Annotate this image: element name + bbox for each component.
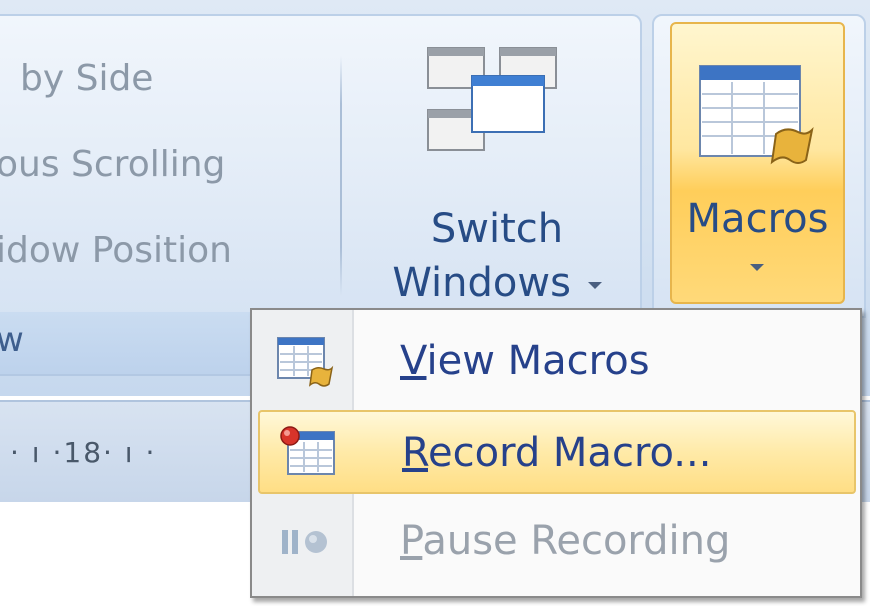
macros-button[interactable]: Macros	[670, 22, 845, 304]
menu-item-record-macro[interactable]: Record Macro...	[258, 410, 856, 494]
switch-windows-label: Switch	[430, 206, 564, 252]
menu-item-label: Pause Recording	[400, 518, 731, 564]
menu-item-label: Record Macro...	[402, 430, 712, 476]
macros-label: Macros	[686, 196, 829, 242]
macros-dropdown-menu: View Macros Record Macro... Pause Record…	[250, 308, 862, 598]
record-macro-icon	[280, 426, 335, 475]
macro-sheet-icon	[699, 65, 814, 165]
pause-recording-icon	[282, 530, 327, 554]
switch-windows-text: Windows	[392, 260, 571, 306]
menu-item-label: View Macros	[400, 338, 650, 384]
chevron-down-icon	[750, 264, 764, 271]
reset-window-position-button[interactable]: idow Position	[0, 230, 232, 271]
macro-sheet-icon	[277, 337, 334, 387]
switch-windows-icon	[427, 47, 557, 151]
view-side-by-side-button[interactable]: by Side	[20, 58, 153, 99]
chevron-down-icon	[587, 281, 602, 289]
window-group: by Side ous Scrolling idow Position Swit…	[0, 14, 642, 318]
switch-windows-button[interactable]: Switch Windows	[372, 46, 622, 316]
synchronous-scrolling-button[interactable]: ous Scrolling	[0, 144, 225, 185]
menu-item-view-macros[interactable]: View Macros	[258, 320, 856, 404]
menu-item-pause-recording[interactable]: Pause Recording	[258, 500, 856, 584]
switch-windows-label-line2: Windows	[372, 260, 622, 306]
group-label: w	[0, 320, 24, 360]
ruler-ticks: · ı ·18· ı ·	[10, 436, 157, 469]
group-separator	[340, 56, 342, 296]
